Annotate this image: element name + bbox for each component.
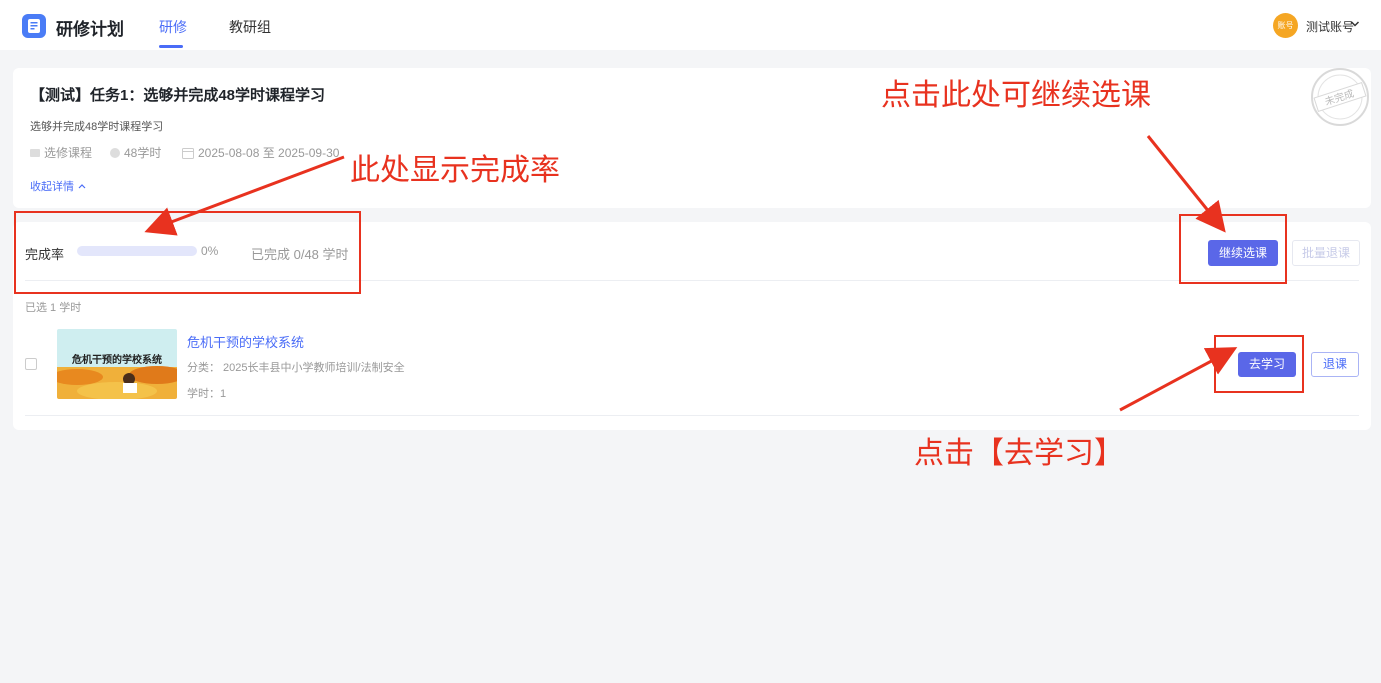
annotation-arrows bbox=[144, 135, 1238, 412]
arrow-to-study-button bbox=[1119, 347, 1238, 412]
arrow-to-continue-button bbox=[1146, 135, 1226, 233]
arrow-to-completion-rate bbox=[144, 155, 345, 236]
